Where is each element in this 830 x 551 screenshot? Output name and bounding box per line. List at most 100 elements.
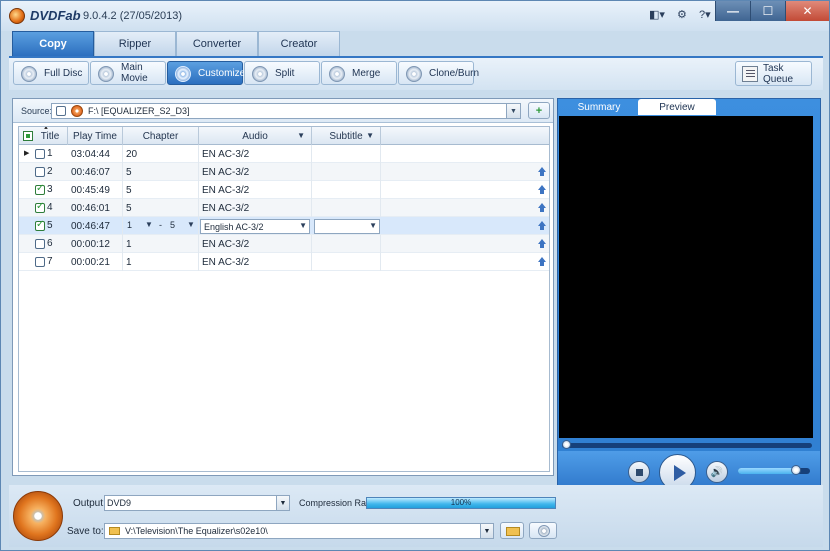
- play-time-cell: 00:00:12: [68, 235, 123, 253]
- column-audio[interactable]: Audio ▼: [199, 127, 312, 145]
- title-number: 7: [47, 256, 53, 267]
- chevron-down-icon[interactable]: ▼: [299, 221, 307, 230]
- expand-icon[interactable]: ▶: [24, 149, 29, 157]
- save-path-select[interactable]: V:\Television\The Equalizer\s02e10\ ▼: [104, 523, 494, 539]
- save-path-value: V:\Television\The Equalizer\s02e10\: [125, 526, 268, 536]
- title-checkbox[interactable]: [35, 219, 45, 231]
- column-subtitle[interactable]: Subtitle ▼: [312, 127, 381, 145]
- browse-folder-button[interactable]: [500, 522, 524, 539]
- folder-icon: [109, 527, 120, 535]
- title-checkbox[interactable]: [35, 239, 45, 249]
- pin-icon[interactable]: [538, 185, 546, 194]
- chevron-down-icon[interactable]: ▼: [276, 496, 289, 510]
- subtitle-select[interactable]: ▼: [314, 219, 380, 234]
- select-all-checkbox[interactable]: [23, 131, 33, 141]
- pin-icon[interactable]: [538, 203, 546, 212]
- table-row[interactable]: ▶ 1 03:04:44 20 EN AC-3/2: [19, 145, 549, 163]
- output-select[interactable]: DVD9 ▼: [104, 495, 290, 511]
- disc-icon: [329, 66, 345, 82]
- close-button[interactable]: ✕: [785, 1, 829, 21]
- volume-handle[interactable]: [790, 465, 801, 475]
- title-number: 3: [47, 184, 53, 195]
- volume-slider[interactable]: [738, 465, 810, 475]
- main-tabs: Copy Ripper Converter Creator: [12, 31, 340, 56]
- table-row[interactable]: 5 00:46:47 1 ▼ - 5 ▼ English AC-3/2 ▼ ▼: [19, 217, 549, 235]
- preview-tabs: Summary Preview: [560, 99, 716, 115]
- title-checkbox[interactable]: [35, 149, 45, 159]
- stop-button[interactable]: [628, 461, 650, 483]
- play-time-cell: 03:04:44: [68, 145, 123, 163]
- tab-ripper[interactable]: Ripper: [94, 31, 176, 56]
- audio-cell: EN AC-3/2: [199, 235, 312, 253]
- save-as-iso-button[interactable]: [529, 522, 557, 539]
- clone-burn-button[interactable]: Clone/Burn: [398, 61, 479, 85]
- title-number: 4: [47, 202, 53, 213]
- title-checkbox[interactable]: [35, 257, 45, 267]
- chapter-range-separator: -: [159, 220, 162, 230]
- seek-bar[interactable]: [562, 440, 812, 449]
- source-checkbox[interactable]: [56, 106, 66, 116]
- maximize-button[interactable]: ☐: [750, 1, 785, 21]
- chapter-end-select[interactable]: 5: [170, 220, 175, 230]
- title-checkbox[interactable]: [35, 201, 45, 213]
- tab-converter[interactable]: Converter: [176, 31, 258, 56]
- title-checkbox[interactable]: [35, 167, 45, 177]
- title-bar: DVDFab 9.0.4.2 (27/05/2013) ◧▾ ⚙ ?▾ — ☐ …: [1, 1, 829, 31]
- pin-icon[interactable]: [538, 239, 546, 248]
- pin-icon[interactable]: [538, 221, 546, 230]
- tab-creator[interactable]: Creator: [258, 31, 340, 56]
- subtitle-cell: [312, 253, 381, 271]
- disc-icon: [98, 66, 114, 82]
- seek-handle[interactable]: [562, 440, 571, 449]
- minimize-button[interactable]: —: [715, 1, 750, 21]
- table-row[interactable]: 4 00:46:01 5 EN AC-3/2: [19, 199, 549, 217]
- column-chapter[interactable]: Chapter: [123, 127, 199, 145]
- sort-asc-icon: ▲: [43, 126, 49, 131]
- dvd-disc-icon: [71, 105, 83, 117]
- mode-label: Split: [275, 67, 295, 79]
- disc-icon: [175, 66, 191, 82]
- title-checkbox[interactable]: [35, 183, 45, 195]
- chevron-down-icon[interactable]: ▼: [480, 524, 493, 538]
- main-movie-button[interactable]: Main Movie: [90, 61, 166, 85]
- column-play-time[interactable]: Play Time: [68, 127, 123, 145]
- chapter-end-dropdown-icon[interactable]: ▼: [187, 220, 195, 229]
- audio-filter-icon[interactable]: ▼: [297, 131, 305, 140]
- tab-copy[interactable]: Copy: [12, 31, 94, 56]
- pin-icon[interactable]: [538, 257, 546, 266]
- pin-icon[interactable]: [538, 167, 546, 176]
- chevron-down-icon[interactable]: ▼: [369, 221, 377, 230]
- chapter-cell: 1: [123, 253, 199, 271]
- add-source-button[interactable]: +: [528, 102, 550, 119]
- full-disc-button[interactable]: Full Disc: [13, 61, 89, 85]
- merge-button[interactable]: Merge: [321, 61, 397, 85]
- volume-fill: [738, 468, 796, 474]
- layout-icon[interactable]: ◧▾: [649, 8, 665, 21]
- table-row[interactable]: 2 00:46:07 5 EN AC-3/2: [19, 163, 549, 181]
- subtitle-cell: [312, 235, 381, 253]
- column-title[interactable]: ▲ Title: [19, 127, 68, 145]
- volume-icon[interactable]: 🔊: [706, 461, 728, 483]
- split-button[interactable]: Split: [244, 61, 320, 85]
- compression-value: 100%: [450, 498, 472, 507]
- column-audio-label: Audio: [242, 130, 268, 142]
- chapter-cell: 20: [123, 145, 199, 163]
- audio-select[interactable]: English AC-3/2 ▼: [200, 219, 310, 234]
- app-name: DVDFab: [30, 8, 81, 23]
- chevron-down-icon[interactable]: ▼: [506, 104, 520, 118]
- subtitle-filter-icon[interactable]: ▼: [366, 131, 374, 140]
- help-icon[interactable]: ?▾: [699, 8, 711, 21]
- tab-summary[interactable]: Summary: [560, 99, 638, 115]
- task-queue-button[interactable]: Task Queue: [735, 61, 812, 86]
- table-row[interactable]: 7 00:00:21 1 EN AC-3/2: [19, 253, 549, 271]
- chapter-start-dropdown-icon[interactable]: ▼: [145, 220, 153, 229]
- source-select[interactable]: F:\ [EQUALIZER_S2_D3] ▼: [51, 103, 521, 119]
- chapter-start-select[interactable]: 1: [127, 220, 132, 230]
- gear-icon[interactable]: ⚙: [677, 8, 687, 21]
- chapter-cell: 5: [123, 199, 199, 217]
- table-row[interactable]: 6 00:00:12 1 EN AC-3/2: [19, 235, 549, 253]
- table-row[interactable]: 3 00:45:49 5 EN AC-3/2: [19, 181, 549, 199]
- customize-button[interactable]: Customize: [167, 61, 245, 85]
- play-time-cell: 00:46:01: [68, 199, 123, 217]
- tab-preview[interactable]: Preview: [638, 99, 716, 115]
